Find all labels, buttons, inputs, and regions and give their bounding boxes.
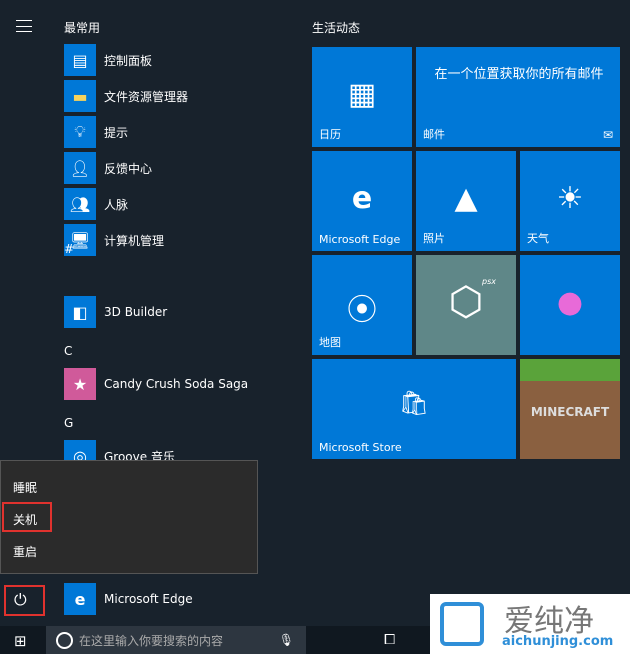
menu-item-sleep[interactable]: 睡眠 <box>13 479 37 496</box>
sun-icon: ☀ <box>556 181 584 216</box>
group-letter[interactable]: C <box>64 344 72 358</box>
tile-label: 邮件 <box>423 128 445 141</box>
mail-tile-text: 在一个位置获取你的所有邮件 <box>434 67 604 82</box>
highlight-box <box>2 502 52 532</box>
tile-label: 地图 <box>319 336 341 349</box>
app-label: 人脉 <box>104 197 129 212</box>
microphone-icon[interactable]: 🎙︎ <box>279 633 294 647</box>
control-panel-icon: ▤ <box>64 44 96 76</box>
tile-calendar[interactable]: ▦ 日历 <box>312 47 412 147</box>
group-letter[interactable]: G <box>64 416 73 430</box>
tile-label: 照片 <box>423 232 445 245</box>
feedback-icon: 👤︎ <box>64 152 96 184</box>
photos-icon: ▲ <box>454 181 478 216</box>
app-label: Candy Crush Soda Saga <box>104 377 249 391</box>
search-box[interactable]: 在这里输入你要搜索的内容 🎙︎ <box>46 626 306 654</box>
watermark: 爱纯净 aichunjing.com <box>430 594 630 654</box>
envelope-icon: ✉ <box>602 128 613 142</box>
tile-label: Microsoft Edge <box>319 233 401 246</box>
app-feedback-hub[interactable]: 👤︎ 反馈中心 <box>64 152 152 184</box>
most-used-header: 最常用 <box>64 21 101 35</box>
app-file-explorer[interactable]: ▬ 文件资源管理器 <box>64 80 188 112</box>
watermark-url: aichunjing.com <box>502 634 614 649</box>
paint-3d-icon: ● <box>556 285 584 320</box>
app-candy-crush[interactable]: ★ Candy Crush Soda Saga <box>64 368 248 400</box>
app-people[interactable]: 👥︎ 人脉 <box>64 188 128 220</box>
menu-item-restart[interactable]: 重启 <box>13 543 37 560</box>
app-label: 文件资源管理器 <box>104 89 189 104</box>
hexagon-icon: ⬡ <box>448 279 484 325</box>
windows-start-button[interactable]: ⊞ <box>14 632 27 650</box>
app-label: 提示 <box>104 125 129 140</box>
candy-crush-icon: ★ <box>64 368 96 400</box>
app-control-panel[interactable]: ▤ 控制面板 <box>64 44 152 76</box>
app-computer-management[interactable]: 🖥︎ 计算机管理 <box>64 224 164 256</box>
app-label: 3D Builder <box>104 305 168 319</box>
psx-logo-text: psx <box>482 277 496 286</box>
folder-icon: ▬ <box>64 80 96 112</box>
lightbulb-icon: 💡︎ <box>64 116 96 148</box>
app-label: 反馈中心 <box>104 161 153 176</box>
watermark-logo-icon <box>440 602 484 646</box>
group-letter[interactable]: # <box>64 242 74 256</box>
tile-edge[interactable]: e Microsoft Edge <box>312 151 412 251</box>
tile-label: 日历 <box>319 128 341 141</box>
tile-minecraft[interactable]: MINECRAFT <box>520 359 620 459</box>
app-label: Microsoft Edge <box>104 592 193 606</box>
task-view-icon: ⧠ <box>384 632 396 648</box>
maps-icon: ⦿ <box>347 293 377 328</box>
edge-icon: e <box>351 181 373 216</box>
tile-maps[interactable]: ⦿ 地图 <box>312 255 412 355</box>
tile-mail[interactable]: 在一个位置获取你的所有邮件邮件 ✉ <box>416 47 620 147</box>
store-bag-icon: 🛍︎ <box>398 389 430 417</box>
tile-store[interactable]: 🛍︎ Microsoft Store <box>312 359 516 459</box>
edge-icon: e <box>64 583 96 615</box>
tile-label: 天气 <box>527 232 549 245</box>
highlight-box <box>4 585 45 616</box>
cortana-icon <box>56 631 73 649</box>
app-label: 计算机管理 <box>104 233 165 248</box>
people-icon: 👥︎ <box>64 188 96 220</box>
hamburger-menu-button[interactable] <box>16 20 32 32</box>
windows-logo-icon: ⊞ <box>14 632 27 650</box>
app-microsoft-edge[interactable]: e Microsoft Edge <box>64 583 193 615</box>
app-3d-builder[interactable]: ◧ 3D Builder <box>64 296 167 328</box>
live-tiles-header: 生活动态 <box>312 21 361 35</box>
minecraft-logo: MINECRAFT <box>530 405 610 419</box>
app-tips[interactable]: 💡︎ 提示 <box>64 116 128 148</box>
task-view-button[interactable]: ⧠ <box>384 632 395 648</box>
search-placeholder: 在这里输入你要搜索的内容 <box>79 633 224 648</box>
tile-weather[interactable]: ☀ 天气 <box>520 151 620 251</box>
tile-label: Microsoft Store <box>319 441 402 454</box>
tile-photos[interactable]: ▲ 照片 <box>416 151 516 251</box>
calendar-icon: ▦ <box>347 77 377 112</box>
tile-photoshop-express[interactable]: ⬡ psx <box>416 255 516 355</box>
tile-paint-3d[interactable]: ● <box>520 255 620 355</box>
3d-builder-icon: ◧ <box>64 296 96 328</box>
app-label: 控制面板 <box>104 53 153 68</box>
